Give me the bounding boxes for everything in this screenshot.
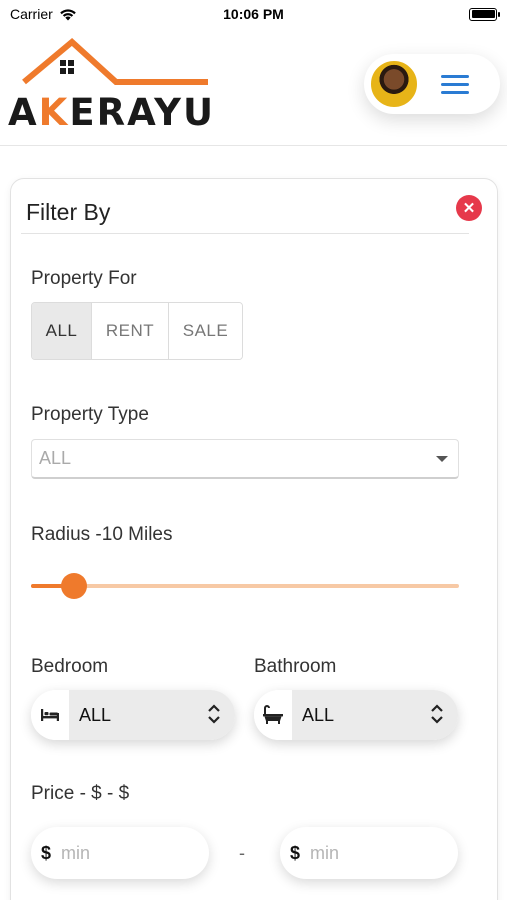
status-left: Carrier	[10, 6, 77, 22]
wifi-icon	[59, 8, 76, 20]
property-for-label: Property For	[31, 268, 137, 289]
property-type-label: Property Type	[31, 404, 149, 425]
property-type-select[interactable]: ALL	[31, 439, 459, 479]
bathroom-picker-body: ALL	[292, 690, 458, 740]
akerayu-logo[interactable]: AKERAYU	[8, 38, 228, 134]
battery-fill	[471, 10, 495, 18]
dollar-icon: $	[290, 842, 301, 863]
status-bar: Carrier 10:06 PM	[0, 0, 507, 28]
hamburger-line	[441, 82, 469, 86]
radius-label: Radius -10 Miles	[31, 524, 173, 545]
bed-icon	[31, 690, 69, 740]
hamburger-menu-icon[interactable]	[441, 74, 469, 94]
filter-card: Filter By ✕ Property For ALL RENT SALE P…	[10, 178, 498, 900]
radius-slider[interactable]	[31, 571, 459, 601]
app-header: AKERAYU	[0, 28, 507, 146]
avatar[interactable]	[369, 59, 419, 109]
carrier-label: Carrier	[10, 6, 53, 22]
property-for-option-sale[interactable]: SALE	[169, 303, 242, 359]
close-icon: ✕	[462, 200, 476, 217]
price-max-input[interactable]	[310, 842, 421, 864]
price-min-field[interactable]: $	[31, 827, 209, 879]
divider	[21, 233, 469, 234]
price-separator: -	[239, 843, 245, 863]
hamburger-line	[441, 74, 469, 78]
up-down-chevron-icon	[431, 704, 443, 724]
up-down-chevron-icon	[208, 704, 220, 724]
bathroom-label: Bathroom	[254, 656, 337, 677]
dropdown-caret-icon	[436, 456, 448, 462]
price-label: Price - $ - $	[31, 783, 130, 804]
slider-thumb[interactable]	[60, 573, 87, 599]
house-roof-icon	[22, 38, 208, 85]
bedroom-picker-body: ALL	[69, 690, 235, 740]
bathroom-picker[interactable]: ALL	[254, 690, 458, 740]
dollar-icon: $	[41, 842, 52, 863]
close-filter-button[interactable]: ✕	[456, 195, 482, 221]
filter-title: Filter By	[26, 199, 111, 225]
property-for-option-all[interactable]: ALL	[32, 303, 92, 359]
property-type-value: ALL	[39, 448, 72, 468]
logo-letter-a: A	[8, 91, 39, 134]
logo-letters-rest: ERAYU	[69, 91, 216, 134]
slider-track	[31, 584, 459, 588]
bathroom-value: ALL	[302, 704, 335, 725]
price-min-input[interactable]	[61, 842, 172, 864]
property-for-segmented-control: ALL RENT SALE	[31, 302, 243, 360]
battery-icon	[469, 7, 500, 21]
bedroom-value: ALL	[79, 704, 112, 725]
property-for-option-rent[interactable]: RENT	[92, 303, 169, 359]
bedroom-label: Bedroom	[31, 656, 109, 677]
bathtub-icon	[254, 690, 292, 740]
logo-wordmark: AKERAYU	[8, 91, 215, 134]
profile-menu-pill	[364, 54, 500, 114]
bedroom-picker[interactable]: ALL	[31, 690, 235, 740]
logo-letter-k: K	[38, 91, 70, 134]
price-max-field[interactable]: $	[280, 827, 458, 879]
hamburger-line	[441, 90, 469, 94]
